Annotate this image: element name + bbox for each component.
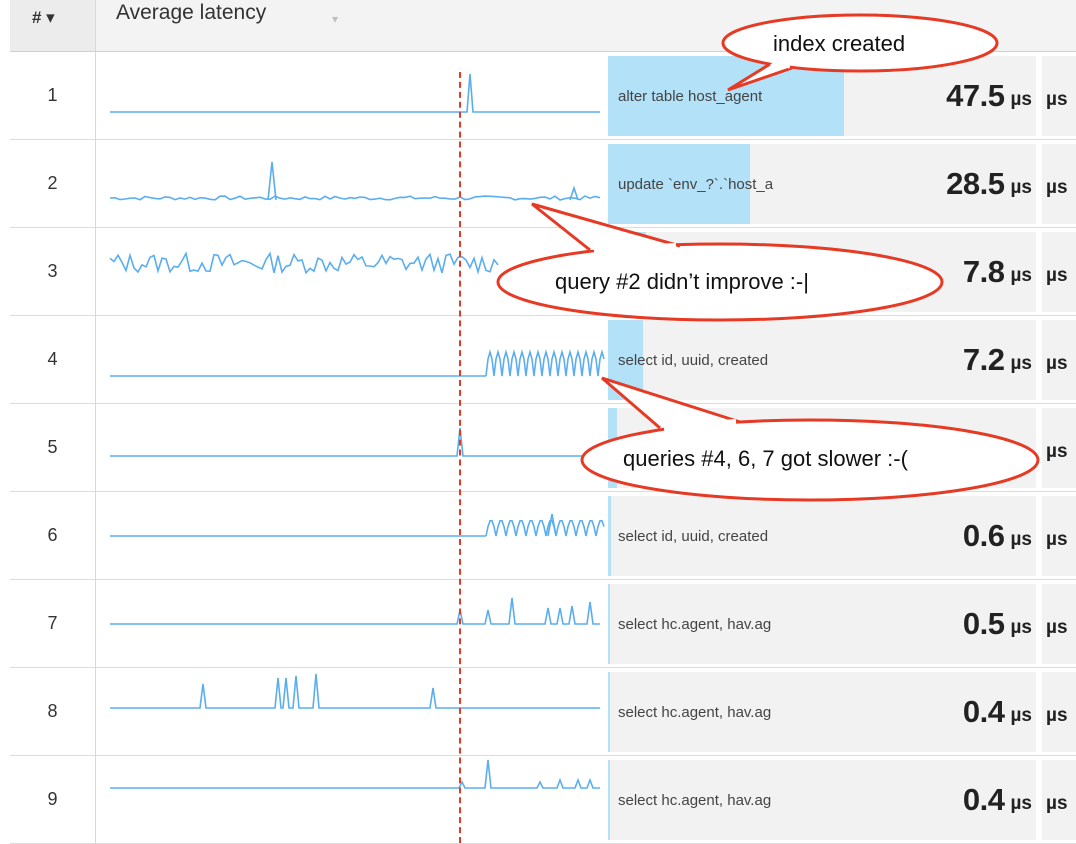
callout-slower-text: queries #4, 6, 7 got slower :-( xyxy=(623,446,908,471)
latency-table: # ▾ Average latency ▾ 1 alter table host_… xyxy=(0,0,1076,844)
callout-slower-shape xyxy=(580,376,1040,502)
